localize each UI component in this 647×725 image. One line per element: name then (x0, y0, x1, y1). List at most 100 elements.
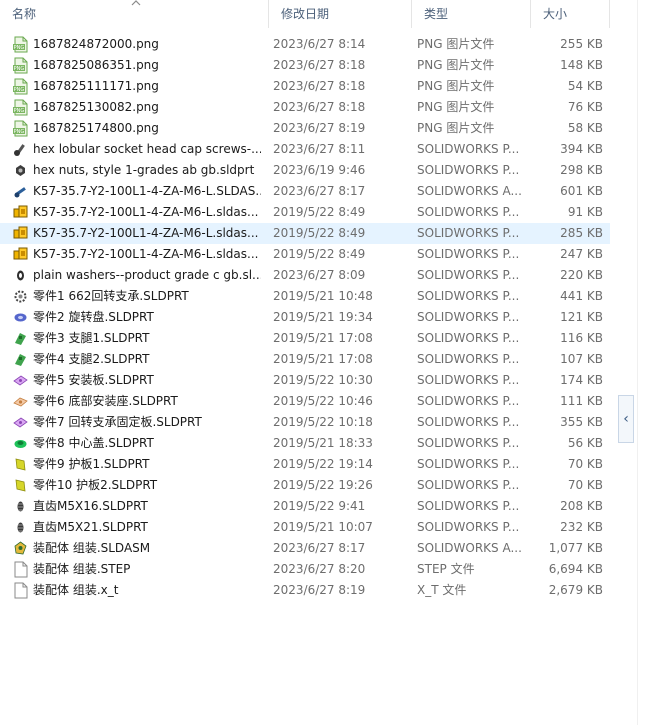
file-modified-date: 2019/5/21 10:48 (273, 289, 373, 303)
file-name: K57-35.7-Y2-100L1-4-ZA-M6-L.sldas... (33, 205, 259, 219)
file-name: 零件10 护板2.SLDPRT (33, 478, 158, 492)
leg-part-icon (12, 351, 29, 368)
nut-part-icon (12, 162, 29, 179)
file-modified-date: 2023/6/27 8:14 (273, 37, 366, 51)
file-type: PNG 图片文件 (417, 79, 495, 93)
file-size: 70 KB (567, 478, 603, 492)
file-modified-date: 2019/5/22 8:49 (273, 226, 366, 240)
washer-part-icon (12, 267, 29, 284)
file-row[interactable]: 零件1 662回转支承.SLDPRT 2019/5/21 10:48 SOLIDWO… (0, 286, 610, 307)
column-header-size[interactable]: 大小 (530, 0, 610, 28)
svg-text:PNG: PNG (14, 45, 25, 51)
file-type: SOLIDWORKS P... (417, 373, 520, 387)
file-row[interactable]: hex nuts, style 1-grades ab gb.sldprt 202… (0, 160, 610, 181)
file-name: 装配体 组装.STEP (33, 562, 131, 576)
file-row[interactable]: K57-35.7-Y2-100L1-4-ZA-M6-L.SLDAS... 2023… (0, 181, 610, 202)
file-row[interactable]: 零件5 安装板.SLDPRT 2019/5/22 10:30 SOLIDWORKS … (0, 370, 610, 391)
svg-text:PNG: PNG (14, 66, 25, 72)
column-header-name[interactable]: 名称 (0, 0, 268, 28)
file-row[interactable]: plain washers--product grade c gb.sl... 2… (0, 265, 610, 286)
file-size: 121 KB (560, 310, 603, 324)
file-row[interactable]: 零件4 支腿2.SLDPRT 2019/5/21 17:08 SOLIDWORKS … (0, 349, 610, 370)
file-type: SOLIDWORKS P... (417, 205, 520, 219)
file-row[interactable]: 直齿M5X21.SLDPRT 2019/5/21 10:07 SOLIDWORKS … (0, 517, 610, 538)
file-size: 255 KB (560, 37, 603, 51)
file-size: 441 KB (560, 289, 603, 303)
file-row[interactable]: K57-35.7-Y2-100L1-4-ZA-M6-L.sldas... 2019… (0, 244, 610, 265)
collapse-pane-button[interactable]: ‹ (618, 395, 634, 443)
file-modified-date: 2019/5/22 10:46 (273, 394, 373, 408)
file-row[interactable]: K57-35.7-Y2-100L1-4-ZA-M6-L.sldas... 2019… (0, 223, 610, 244)
file-list-pane: 名称 修改日期 类型 大小 PNG 1687824872000.png 2023/6… (0, 0, 637, 725)
file-modified-date: 2019/5/21 10:07 (273, 520, 373, 534)
file-size: 285 KB (560, 226, 603, 240)
file-modified-date: 2023/6/27 8:18 (273, 100, 366, 114)
file-type: SOLIDWORKS P... (417, 310, 520, 324)
file-name: 装配体 组装.SLDASM (33, 541, 151, 555)
chevron-left-icon: ‹ (623, 411, 629, 427)
file-row[interactable]: 零件8 中心盖.SLDPRT 2019/5/21 18:33 SOLIDWORKS … (0, 433, 610, 454)
file-row[interactable]: 零件7 回转支承固定板.SLDPRT 2019/5/22 10:18 SOLIDWO… (0, 412, 610, 433)
file-row[interactable]: 零件2 旋转盘.SLDPRT 2019/5/21 19:34 SOLIDWORKS … (0, 307, 610, 328)
blank-file-icon (12, 582, 29, 599)
file-type: SOLIDWORKS A... (417, 184, 522, 198)
file-row[interactable]: hex lobular socket head cap screws-... 20… (0, 139, 610, 160)
file-size: 107 KB (560, 352, 603, 366)
file-modified-date: 2023/6/19 9:46 (273, 163, 366, 177)
svg-text:PNG: PNG (14, 129, 25, 135)
screw-part-icon (12, 141, 29, 158)
file-row[interactable]: PNG 1687825086351.png 2023/6/27 8:18 PNG 图片… (0, 55, 610, 76)
leg-part-icon (12, 330, 29, 347)
column-header-type[interactable]: 类型 (411, 0, 530, 28)
file-type: SOLIDWORKS P... (417, 499, 520, 513)
file-name: K57-35.7-Y2-100L1-4-ZA-M6-L.sldas... (33, 226, 259, 240)
file-row[interactable]: 装配体 组装.x_t 2023/6/27 8:19 X_T 文件 2,679 KB (0, 580, 610, 601)
file-type: STEP 文件 (417, 562, 475, 576)
file-size: 601 KB (560, 184, 603, 198)
file-modified-date: 2023/6/27 8:17 (273, 184, 366, 198)
file-type: SOLIDWORKS P... (417, 289, 520, 303)
file-row[interactable]: 零件10 护板2.SLDPRT 2019/5/22 19:26 SOLIDWORKS… (0, 475, 610, 496)
file-type: SOLIDWORKS P... (417, 478, 520, 492)
file-row[interactable]: 零件6 底部安装座.SLDPRT 2019/5/22 10:46 SOLIDWORK… (0, 391, 610, 412)
png-image-icon: PNG (12, 57, 29, 74)
file-size: 208 KB (560, 499, 603, 513)
file-row[interactable]: 装配体 组装.STEP 2023/6/27 8:20 STEP 文件 6,694 KB (0, 559, 610, 580)
yellow-part-icon (12, 204, 29, 221)
file-modified-date: 2019/5/22 8:49 (273, 205, 366, 219)
file-size: 1,077 KB (548, 541, 603, 555)
file-row[interactable]: PNG 1687824872000.png 2023/6/27 8:14 PNG 图片… (0, 34, 610, 55)
file-modified-date: 2019/5/21 18:33 (273, 436, 373, 450)
file-size: 56 KB (567, 436, 603, 450)
file-name: 零件5 安装板.SLDPRT (33, 373, 154, 387)
file-row[interactable]: 零件3 支腿1.SLDPRT 2019/5/21 17:08 SOLIDWORKS … (0, 328, 610, 349)
file-name: 1687824872000.png (33, 37, 159, 51)
yellow-part-icon (12, 225, 29, 242)
disc-part-icon (12, 309, 29, 326)
blank-file-icon (12, 561, 29, 578)
column-header-date[interactable]: 修改日期 (268, 0, 411, 28)
file-name: 装配体 组装.x_t (33, 583, 119, 597)
file-row[interactable]: 装配体 组装.SLDASM 2023/6/27 8:17 SOLIDWORKS A.… (0, 538, 610, 559)
file-modified-date: 2019/5/21 17:08 (273, 331, 373, 345)
file-type: SOLIDWORKS P... (417, 247, 520, 261)
file-type: PNG 图片文件 (417, 58, 495, 72)
file-name: K57-35.7-Y2-100L1-4-ZA-M6-L.sldas... (33, 247, 259, 261)
file-row[interactable]: PNG 1687825130082.png 2023/6/27 8:18 PNG 图片… (0, 97, 610, 118)
vertical-scrollbar[interactable] (637, 0, 647, 725)
file-rows: PNG 1687824872000.png 2023/6/27 8:14 PNG 图片… (0, 34, 610, 601)
file-name: 零件3 支腿1.SLDPRT (33, 331, 150, 345)
file-name: 零件2 旋转盘.SLDPRT (33, 310, 154, 324)
cover-part-icon (12, 435, 29, 452)
file-modified-date: 2019/5/22 19:14 (273, 457, 373, 471)
file-row[interactable]: PNG 1687825174800.png 2023/6/27 8:19 PNG 图片… (0, 118, 610, 139)
file-modified-date: 2019/5/22 19:26 (273, 478, 373, 492)
file-row[interactable]: 直齿M5X16.SLDPRT 2019/5/22 9:41 SOLIDWORKS P… (0, 496, 610, 517)
file-row[interactable]: K57-35.7-Y2-100L1-4-ZA-M6-L.sldas... 2019… (0, 202, 610, 223)
file-type: SOLIDWORKS P... (417, 268, 520, 282)
file-row[interactable]: PNG 1687825111171.png 2023/6/27 8:18 PNG 图片… (0, 76, 610, 97)
file-row[interactable]: 零件9 护板1.SLDPRT 2019/5/22 19:14 SOLIDWORKS … (0, 454, 610, 475)
assembly-main-icon (12, 540, 29, 557)
file-modified-date: 2019/5/22 8:49 (273, 247, 366, 261)
file-modified-date: 2019/5/22 10:18 (273, 415, 373, 429)
